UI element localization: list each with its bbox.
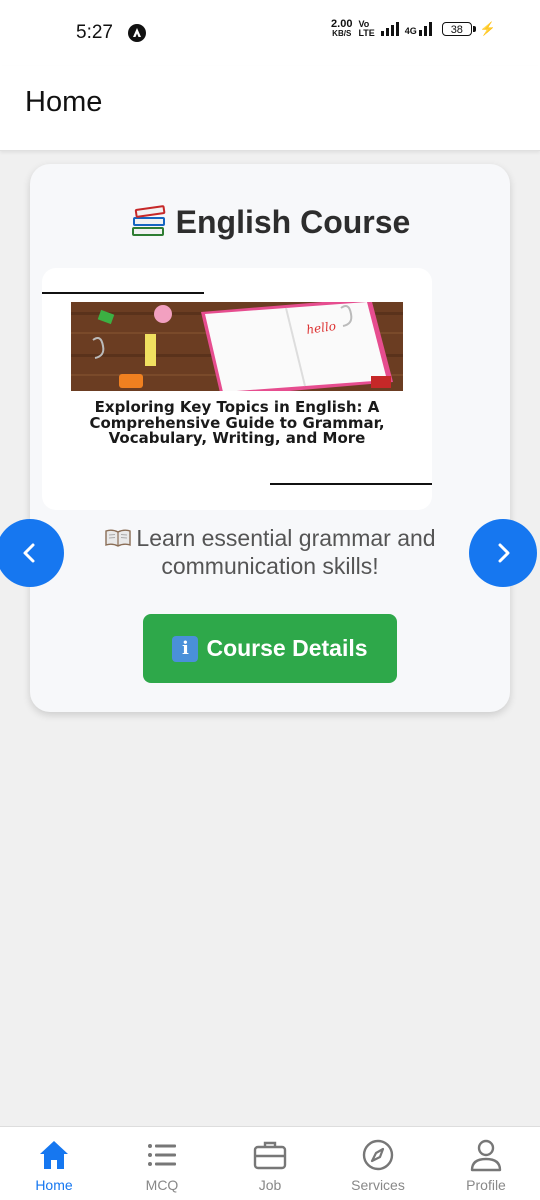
nav-item-home[interactable]: Home xyxy=(0,1127,108,1200)
net-speed: 2.00 KB/S xyxy=(331,18,353,39)
books-emoji-icon xyxy=(131,204,165,236)
compass-icon xyxy=(362,1139,394,1171)
carousel-next-button[interactable] xyxy=(469,519,537,587)
slide-divider-top xyxy=(42,292,204,294)
briefcase-icon xyxy=(253,1141,287,1170)
battery-level: 38 xyxy=(450,24,463,36)
nav-item-services[interactable]: Services xyxy=(324,1127,432,1200)
page-title: Home xyxy=(25,86,103,118)
course-slide[interactable]: hello Exploring Key Topics in English: A… xyxy=(42,268,432,510)
carousel-prev-button[interactable] xyxy=(0,519,64,587)
nav-label-job: Job xyxy=(258,1177,282,1193)
nav-label-home: Home xyxy=(35,1177,73,1193)
nav-item-mcq[interactable]: MCQ xyxy=(108,1127,216,1200)
app-notification-icon xyxy=(128,24,146,42)
chevron-right-icon xyxy=(498,543,510,563)
course-details-button[interactable]: i Course Details xyxy=(143,614,397,683)
course-details-label: Course Details xyxy=(206,635,368,661)
notebook-desk-image: hello xyxy=(71,302,403,391)
charging-icon: ⚡ xyxy=(479,21,496,36)
battery-icon: 38 xyxy=(441,22,476,36)
volte-indicator: Vo LTE xyxy=(358,20,374,38)
net-speed-unit: KB/S xyxy=(332,29,352,38)
nav-label-services: Services xyxy=(351,1177,405,1193)
slide-caption: Exploring Key Topics in English: A Compr… xyxy=(89,398,385,447)
network-4g-icon: 4G xyxy=(405,22,432,36)
nav-label-profile: Profile xyxy=(466,1177,506,1193)
course-card: English Course hello Exploring Key Topic… xyxy=(0,164,537,712)
status-bar: 5:27 2.00 KB/S Vo LTE 4G 38 ⚡ xyxy=(0,0,540,66)
net-speed-value: 2.00 xyxy=(331,18,353,30)
app-header: Home xyxy=(0,66,540,151)
course-description: Learn essential grammar and communicatio… xyxy=(70,524,470,580)
chevron-left-icon xyxy=(23,543,35,563)
status-time: 5:27 xyxy=(76,22,113,43)
nav-item-profile[interactable]: Profile xyxy=(432,1127,540,1200)
bottom-nav: Home MCQ Job Services Profile xyxy=(0,1126,540,1200)
network-type: 4G xyxy=(404,26,417,36)
volte-bottom: LTE xyxy=(358,28,375,38)
course-title: English Course xyxy=(30,204,510,243)
nav-label-mcq: MCQ xyxy=(145,1177,179,1193)
info-icon: i xyxy=(172,635,199,662)
nav-item-job[interactable]: Job xyxy=(216,1127,324,1200)
slide-divider-bottom xyxy=(270,483,432,485)
course-description-text: Learn essential grammar and communicatio… xyxy=(136,525,436,579)
screen: 5:27 2.00 KB/S Vo LTE 4G 38 ⚡ Home Engli… xyxy=(0,0,540,1200)
open-book-emoji-icon xyxy=(105,529,132,547)
signal-icon xyxy=(380,22,399,36)
course-title-text: English Course xyxy=(175,204,411,240)
user-icon xyxy=(470,1139,502,1172)
list-icon xyxy=(148,1144,176,1166)
home-icon xyxy=(40,1141,68,1169)
status-icons: 2.00 KB/S Vo LTE 4G 38 ⚡ xyxy=(331,18,496,39)
